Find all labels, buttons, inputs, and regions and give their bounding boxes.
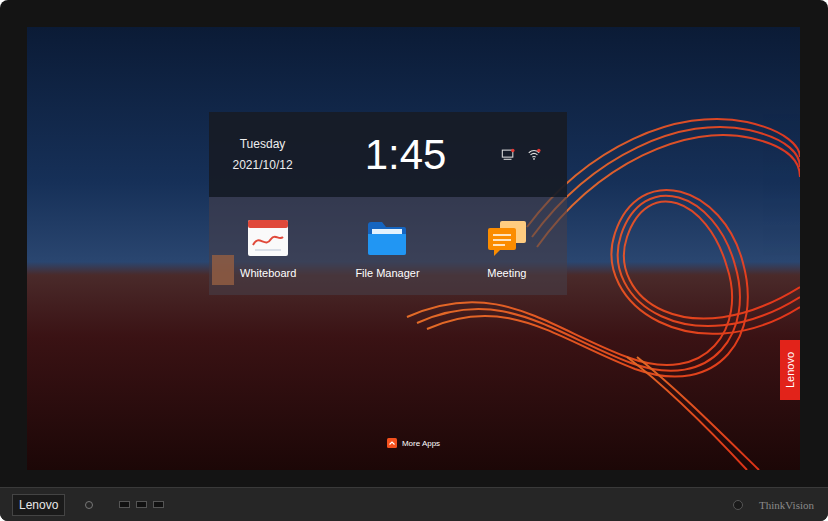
app-tile[interactable]: Whiteboard (209, 219, 328, 279)
clock-time: 1:45 (365, 131, 447, 179)
brand-logo: Lenovo (12, 494, 65, 516)
side-brand-label: Lenovo (784, 352, 796, 388)
wifi-icon[interactable] (527, 148, 541, 161)
port-icon (136, 501, 147, 508)
more-apps-label: More Apps (402, 439, 440, 448)
folder-icon (366, 219, 408, 257)
screen-frame: Tuesday2021/10/12 1:45 Whiteboard File Mana… (0, 0, 828, 487)
front-controls (85, 501, 164, 509)
app-grid: Whiteboard File Manager Meeting (209, 197, 567, 295)
more-apps-button[interactable]: More Apps (387, 438, 440, 448)
chevron-up-icon (387, 438, 397, 448)
port-icon (153, 501, 164, 508)
bottom-bezel: Lenovo ThinkVision (0, 487, 828, 521)
clock-bar: Tuesday2021/10/12 1:45 (209, 112, 567, 197)
status-icons (501, 148, 541, 161)
app-tile[interactable]: File Manager (328, 219, 447, 279)
sensor-icon (733, 500, 743, 510)
port-icon (119, 501, 130, 508)
screen-share-icon[interactable] (501, 148, 515, 161)
day-label: Tuesday (233, 134, 293, 154)
meeting-icon (486, 219, 528, 257)
power-button-icon[interactable] (85, 501, 93, 509)
whiteboard-icon (247, 219, 289, 257)
app-tile[interactable]: Meeting (447, 219, 566, 279)
display-device: Tuesday2021/10/12 1:45 Whiteboard File Mana… (0, 0, 828, 521)
app-label: Whiteboard (240, 267, 296, 279)
date-block: Tuesday2021/10/12 (233, 134, 293, 175)
app-label: Meeting (487, 267, 526, 279)
app-label: File Manager (355, 267, 419, 279)
side-brand-tag: Lenovo (780, 340, 800, 400)
model-label: ThinkVision (759, 499, 814, 511)
date-label: 2021/10/12 (233, 155, 293, 175)
home-widget: Tuesday2021/10/12 1:45 Whiteboard File Mana… (209, 112, 567, 295)
home-screen: Tuesday2021/10/12 1:45 Whiteboard File Mana… (27, 27, 800, 470)
